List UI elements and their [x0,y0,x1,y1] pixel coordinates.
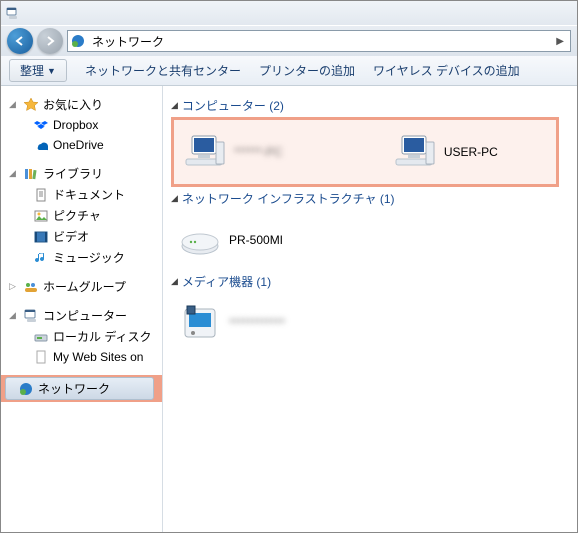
sidebar-item-videos[interactable]: ビデオ [1,226,162,247]
organize-label: 整理 [20,62,44,79]
computer-icon [23,308,39,324]
section-header-computers[interactable]: ◢ コンピューター (2) [171,94,577,117]
picture-icon [33,208,49,224]
sidebar-computer-header[interactable]: ◢ コンピューター [1,305,162,326]
toolbar: 整理 ▼ ネットワークと共有センター プリンターの追加 ワイヤレス デバイスの追… [1,56,577,86]
sidebar-item-local-disk[interactable]: ローカル ディスク [1,326,162,347]
expander-icon: ◢ [9,310,19,321]
sidebar-network-header[interactable]: ネットワーク [5,377,154,400]
libraries-icon [23,166,39,182]
network-icon [70,33,86,49]
expander-icon: ◢ [9,168,19,179]
toolbar-link-add-wireless[interactable]: ワイヤレス デバイスの追加 [373,62,520,79]
tree-item-label: ピクチャ [53,207,101,224]
document-icon [33,187,49,203]
section-label: コンピューター (2) [182,97,284,114]
computer-item[interactable]: ******-PC [180,128,380,176]
sidebar-item-web-sites[interactable]: My Web Sites on [1,347,162,367]
navigation-bar: ネットワーク ▶ [1,25,577,56]
collapse-icon: ◢ [171,100,178,111]
address-text: ネットワーク [92,33,546,50]
tree-item-label: OneDrive [53,138,104,152]
computer-item[interactable]: USER-PC [390,128,550,176]
tree-item-label: ドキュメント [53,186,125,203]
organize-button[interactable]: 整理 ▼ [9,59,67,82]
tree-item-label: ローカル ディスク [53,328,152,345]
section-header-infra[interactable]: ◢ ネットワーク インフラストラクチャ (1) [171,187,577,210]
sidebar-item-pictures[interactable]: ピクチャ [1,205,162,226]
router-name: PR-500MI [229,233,283,247]
sidebar-network-label: ネットワーク [38,380,110,397]
highlight-annotation: ネットワーク [1,375,162,402]
sidebar-libraries-header[interactable]: ◢ ライブラリ [1,163,162,184]
chevron-down-icon: ▼ [47,66,56,76]
sidebar-item-dropbox[interactable]: Dropbox [1,115,162,135]
onedrive-icon [33,137,49,153]
sidebar-item-documents[interactable]: ドキュメント [1,184,162,205]
media-device-name: ************ [229,316,285,330]
tree-item-label: ミュージック [53,249,125,266]
homegroup-icon [23,279,39,295]
media-device-icon [179,303,221,343]
sidebar-homegroup-label: ホームグループ [43,278,126,295]
toolbar-link-network-sharing[interactable]: ネットワークと共有センター [85,62,241,79]
window-icon [5,5,21,21]
sidebar-homegroup-header[interactable]: ▷ ホームグループ [1,276,162,297]
pc-icon [184,132,226,172]
media-device-item[interactable]: ************ [175,299,425,347]
forward-button[interactable] [37,28,63,54]
section-label: ネットワーク インフラストラクチャ (1) [182,190,395,207]
tree-item-label: Dropbox [53,118,98,132]
sidebar-item-onedrive[interactable]: OneDrive [1,135,162,155]
sidebar-item-music[interactable]: ミュージック [1,247,162,268]
router-item[interactable]: PR-500MI [175,216,425,264]
expander-icon: ▷ [9,281,19,292]
disk-icon [33,329,49,345]
star-icon [23,97,39,113]
pc-icon [394,132,436,172]
address-bar[interactable]: ネットワーク ▶ [67,30,571,52]
tree-item-label: ビデオ [53,228,89,245]
back-button[interactable] [7,28,33,54]
collapse-icon: ◢ [171,276,178,287]
sidebar-computer-label: コンピューター [43,307,127,324]
router-icon [179,220,221,260]
computer-name: USER-PC [444,145,498,159]
content-pane: ◢ コンピューター (2) ******-PC USER-PC [163,86,577,532]
dropbox-icon [33,117,49,133]
collapse-icon: ◢ [171,193,178,204]
sidebar-favorites-label: お気に入り [43,96,103,113]
sidebar-libraries-label: ライブラリ [43,165,103,182]
page-icon [33,349,49,365]
chevron-right-icon: ▶ [552,36,568,47]
section-label: メディア機器 (1) [182,273,271,290]
music-icon [33,250,49,266]
section-header-media[interactable]: ◢ メディア機器 (1) [171,270,577,293]
computer-name: ******-PC [234,145,283,159]
network-icon [18,381,34,397]
video-icon [33,229,49,245]
tree-item-label: My Web Sites on [53,350,143,364]
sidebar-favorites-header[interactable]: ◢ お気に入り [1,94,162,115]
navigation-pane: ◢ お気に入り Dropbox OneDrive ◢ ライブラリ [1,86,163,532]
expander-icon: ◢ [9,99,19,110]
toolbar-link-add-printer[interactable]: プリンターの追加 [259,62,355,79]
titlebar [1,1,577,25]
highlight-annotation: ******-PC USER-PC [171,117,559,187]
